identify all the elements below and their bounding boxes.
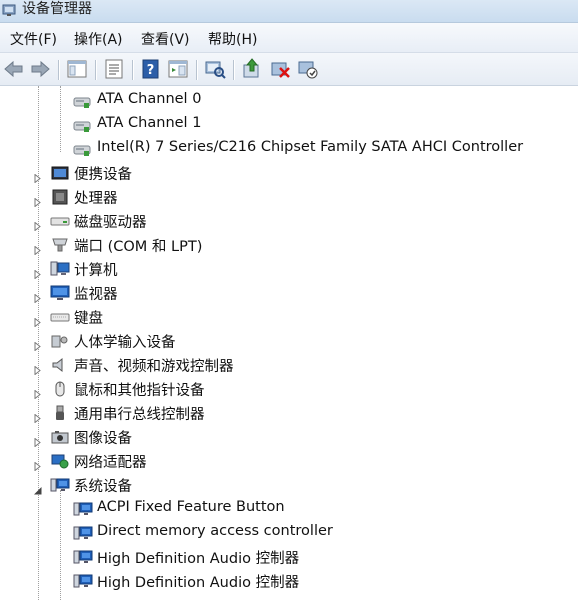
tree-item-label: 处理器 (74, 191, 118, 207)
expander-collapsed-icon[interactable] (33, 360, 42, 376)
title-bar: 设备管理器 (0, 0, 578, 23)
tree-item-label: ATA Channel 1 (97, 115, 202, 131)
toolbar: ? (0, 53, 578, 86)
tree-item-label: Direct memory access controller (97, 523, 333, 539)
tree-item-label: High Definition Audio 控制器 (97, 551, 300, 567)
system-device-icon (73, 500, 93, 518)
tree-item-label: 系统设备 (74, 479, 132, 495)
tree-item-label: 计算机 (74, 263, 118, 279)
portable-device-icon (50, 164, 70, 182)
tree-item[interactable]: High Definition Audio 控制器 (0, 545, 578, 569)
port-icon (50, 236, 70, 254)
tree-item[interactable]: 图像设备 (0, 425, 578, 449)
tree-item-label: 端口 (COM 和 LPT) (74, 239, 203, 255)
expander-collapsed-icon[interactable] (33, 312, 42, 328)
system-device-icon (73, 548, 93, 566)
monitor-icon (50, 284, 70, 302)
computer-icon (50, 260, 70, 278)
tree-item-label: 便携设备 (74, 167, 132, 183)
menu-help[interactable]: 帮助(H) (208, 29, 257, 49)
tree-item[interactable]: 便携设备 (0, 161, 578, 185)
uninstall-device-icon[interactable] (268, 57, 292, 81)
tree-item-label: ATA Channel 0 (97, 91, 202, 107)
sound-icon (50, 356, 70, 374)
expander-collapsed-icon[interactable] (33, 216, 42, 232)
device-tree[interactable]: ATA Channel 0 ATA Channel 1 Intel(R) 7 Ser… (0, 86, 578, 600)
menu-bar: 文件(F) 操作(A) 查看(V) 帮助(H) (0, 23, 578, 53)
tree-item-label: 网络适配器 (74, 455, 147, 471)
expander-collapsed-icon[interactable] (33, 336, 42, 352)
tree-item-label: 声音、视频和游戏控制器 (74, 359, 234, 375)
expander-collapsed-icon[interactable] (33, 240, 42, 256)
tree-item-label: 人体学输入设备 (74, 335, 176, 351)
expander-collapsed-icon[interactable] (33, 408, 42, 424)
system-device-icon (73, 524, 93, 542)
tree-item[interactable]: 通用串行总线控制器 (0, 401, 578, 425)
disable-device-icon[interactable] (296, 57, 320, 81)
ide-channel-icon (73, 116, 93, 134)
forward-icon[interactable] (28, 57, 52, 81)
menu-action[interactable]: 操作(A) (74, 29, 123, 49)
back-icon[interactable] (2, 57, 26, 81)
tree-item[interactable]: 鼠标和其他指针设备 (0, 377, 578, 401)
disk-drive-icon (50, 212, 70, 230)
tree-item-label: ACPI Fixed Feature Button (97, 499, 285, 515)
tree-item[interactable]: Intel(R) 7 Series/C216 Chipset Family SA… (0, 137, 578, 161)
tree-item[interactable]: 磁盘驱动器 (0, 209, 578, 233)
tree-item[interactable]: ATA Channel 0 (0, 89, 578, 113)
tree-item-label: 通用串行总线控制器 (74, 407, 205, 423)
expander-collapsed-icon[interactable] (33, 288, 42, 304)
tree-item[interactable]: ATA Channel 1 (0, 113, 578, 137)
tree-item[interactable]: 监视器 (0, 281, 578, 305)
show-hide-console-tree-icon[interactable] (65, 57, 89, 81)
menu-file[interactable]: 文件(F) (10, 29, 57, 49)
mouse-icon (50, 380, 70, 398)
expander-collapsed-icon[interactable] (33, 456, 42, 472)
system-device-icon (50, 476, 70, 494)
expander-collapsed-icon[interactable] (33, 168, 42, 184)
expander-collapsed-icon[interactable] (33, 192, 42, 208)
window-title: 设备管理器 (22, 1, 92, 17)
tree-item[interactable]: High Definition Audio 控制器 (0, 569, 578, 593)
tree-item-label: 键盘 (74, 311, 103, 327)
tree-item[interactable]: 处理器 (0, 185, 578, 209)
tree-item[interactable]: 键盘 (0, 305, 578, 329)
expander-expanded-icon[interactable] (33, 480, 42, 495)
device-manager-icon (2, 2, 18, 16)
tree-item[interactable]: Direct memory access controller (0, 521, 578, 545)
help-icon[interactable]: ? (139, 57, 163, 81)
tree-item-label: High Definition Audio 控制器 (97, 575, 300, 591)
tree-item[interactable]: 端口 (COM 和 LPT) (0, 233, 578, 257)
tree-item-label: Intel(R) 7 Series/C216 Chipset Family SA… (97, 139, 524, 155)
tree-item[interactable]: 声音、视频和游戏控制器 (0, 353, 578, 377)
tree-item[interactable]: 人体学输入设备 (0, 329, 578, 353)
keyboard-icon (50, 308, 70, 326)
tree-item-label: 图像设备 (74, 431, 132, 447)
expander-collapsed-icon[interactable] (33, 264, 42, 280)
ide-channel-icon (73, 92, 93, 110)
imaging-device-icon (50, 428, 70, 446)
tree-item[interactable]: 系统设备 (0, 473, 578, 497)
svg-text:?: ? (147, 63, 155, 78)
properties-icon[interactable] (102, 57, 126, 81)
tree-item[interactable]: 计算机 (0, 257, 578, 281)
tree-item-label: 磁盘驱动器 (74, 215, 147, 231)
hid-icon (50, 332, 70, 350)
action-pane-icon[interactable] (166, 57, 190, 81)
scan-hardware-changes-icon[interactable] (203, 57, 227, 81)
tree-item-label: 鼠标和其他指针设备 (74, 383, 205, 399)
expander-collapsed-icon[interactable] (33, 432, 42, 448)
ide-channel-icon (73, 140, 93, 158)
update-driver-icon[interactable] (240, 57, 264, 81)
network-adapter-icon (50, 452, 70, 470)
tree-item[interactable]: 网络适配器 (0, 449, 578, 473)
tree-item[interactable]: ACPI Fixed Feature Button (0, 497, 578, 521)
menu-view[interactable]: 查看(V) (141, 29, 190, 49)
usb-icon (50, 404, 70, 422)
expander-collapsed-icon[interactable] (33, 384, 42, 400)
system-device-icon (73, 572, 93, 590)
processor-icon (50, 188, 70, 206)
tree-item-label: 监视器 (74, 287, 118, 303)
